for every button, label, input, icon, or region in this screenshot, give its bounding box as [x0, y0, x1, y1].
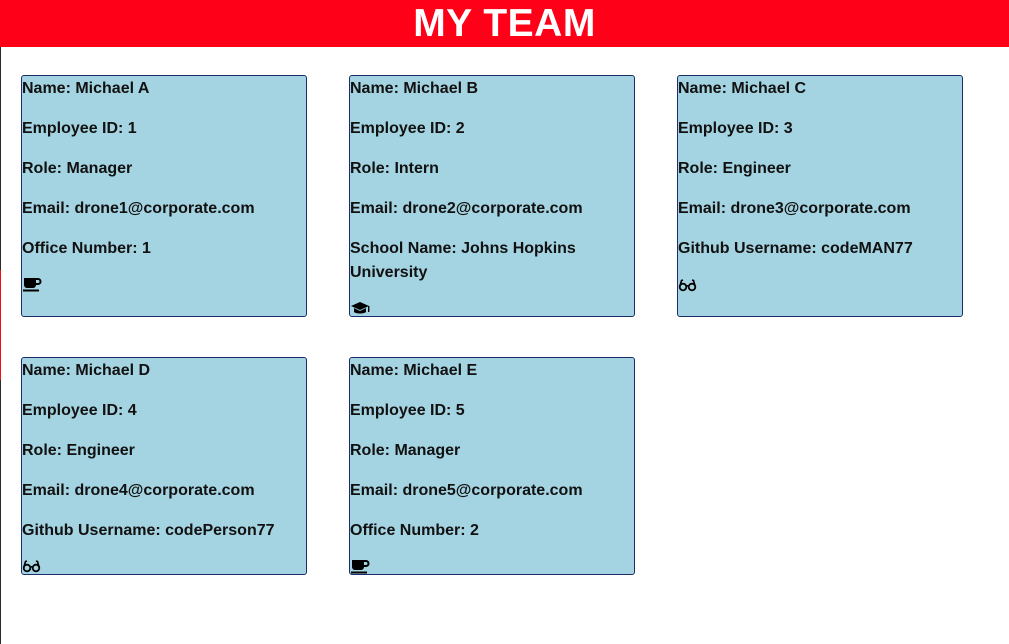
employee-name: Name: Michael E [350, 362, 478, 379]
employee-card: Name: Michael A Employee ID: 1 Role: Man… [21, 75, 307, 317]
employee-email: Email: drone3@corporate.com [678, 200, 911, 217]
employee-name: Name: Michael B [350, 80, 479, 97]
employee-card: Name: Michael E Employee ID: 5 Role: Man… [349, 357, 635, 575]
employee-email: Email: drone4@corporate.com [22, 482, 255, 499]
employee-name: Name: Michael A [22, 80, 150, 97]
employee-role: Role: Engineer [678, 160, 791, 177]
employee-office-number: Office Number: 1 [22, 240, 151, 257]
employee-school-name: School Name: Johns Hopkins University [350, 240, 576, 281]
employee-email: Email: drone5@corporate.com [350, 482, 583, 499]
employee-email: Email: drone2@corporate.com [350, 200, 583, 217]
employee-role: Role: Intern [350, 160, 439, 177]
employee-github-username: Github Username: codePerson77 [22, 522, 275, 539]
graduation-cap-icon [350, 300, 370, 316]
employee-id: Employee ID: 5 [350, 402, 465, 419]
employee-card: Name: Michael C Employee ID: 3 Role: Eng… [677, 75, 963, 317]
window-edge-accent [0, 270, 1, 380]
page-title: MY TEAM [413, 2, 596, 45]
employee-role: Role: Engineer [22, 442, 135, 459]
glasses-icon [678, 277, 698, 293]
employee-office-number: Office Number: 2 [350, 522, 479, 539]
glasses-icon [22, 558, 42, 574]
coffee-icon [350, 558, 370, 574]
employee-id: Employee ID: 1 [22, 120, 137, 137]
page-header: MY TEAM [0, 0, 1009, 47]
employee-card: Name: Michael B Employee ID: 2 Role: Int… [349, 75, 635, 317]
employee-role: Role: Manager [22, 160, 133, 177]
employee-name: Name: Michael D [22, 362, 151, 379]
coffee-icon [22, 276, 42, 292]
employee-id: Employee ID: 4 [22, 402, 137, 419]
employee-email: Email: drone1@corporate.com [22, 200, 255, 217]
employee-role: Role: Manager [350, 442, 461, 459]
employee-name: Name: Michael C [678, 80, 807, 97]
employee-id: Employee ID: 2 [350, 120, 465, 137]
page: MY TEAM Name: Michael A Employee ID: 1 R… [0, 0, 1009, 644]
employee-github-username: Github Username: codeMAN77 [678, 240, 913, 257]
employee-id: Employee ID: 3 [678, 120, 793, 137]
employee-card: Name: Michael D Employee ID: 4 Role: Eng… [21, 357, 307, 575]
